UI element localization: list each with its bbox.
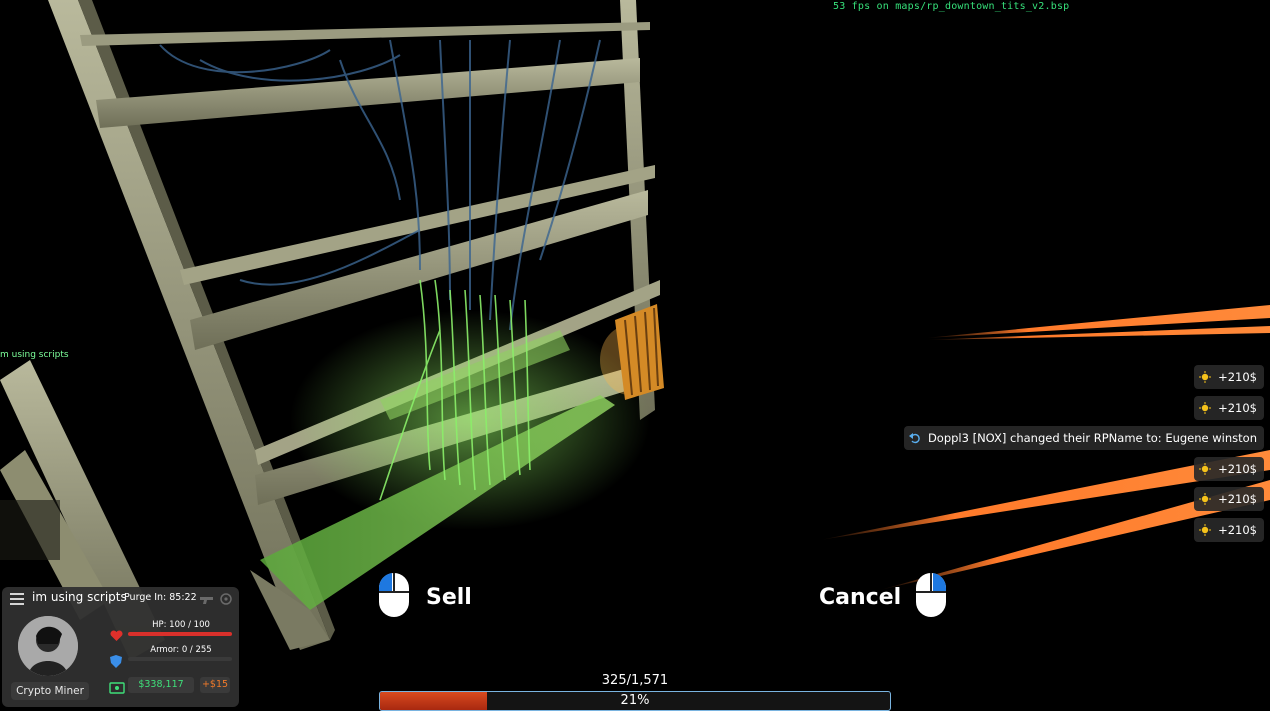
salary-badge: +$15 [200,677,230,693]
mining-card [600,304,664,400]
lightbulb-icon [1198,523,1212,537]
money-balance: $338,117 [128,677,194,693]
notification: +210$ [1194,396,1264,420]
notification: +210$ [1194,457,1264,481]
notification: +210$ [1194,518,1264,542]
hamburger-menu-icon[interactable] [9,591,25,607]
lightbulb-icon [1198,462,1212,476]
undo-icon [908,431,922,445]
notification: Doppl3 [NOX] changed their RPName to: Eu… [903,426,1264,450]
fps-counter: 53 fps on maps/rp_downtown_tits_v2.bsp [833,1,1070,12]
player-hud: im using scripts Purge In: 85:22 Crypto … [2,587,239,707]
progress-percent: 21% [620,693,650,708]
notification-text: +210$ [1218,401,1257,415]
notification-text: +210$ [1218,462,1257,476]
wanted-status-icon [219,591,233,610]
server-rack [48,0,664,650]
mining-progress-bar: 21% [379,691,891,711]
player-name: im using scripts [32,590,127,604]
progress-count: 325/1,571 [601,673,669,688]
sell-label: Sell [426,584,472,610]
cash-icon [109,679,125,698]
lightbulb-icon [1198,492,1212,506]
right-mouse-button-icon [915,572,947,622]
purge-timer: Purge In: 85:22 [124,592,197,603]
notification: +210$ [1194,365,1264,389]
notification-text: +210$ [1218,492,1257,506]
gun-license-icon [199,591,215,610]
hp-text: HP: 100 / 100 [152,620,210,630]
lightbulb-icon [1198,370,1212,384]
armor-bar [128,657,232,661]
notification: +210$ [1194,487,1264,511]
sell-button[interactable]: Sell [378,572,472,622]
avatar [18,616,78,676]
left-mouse-button-icon [378,572,410,622]
job-badge: Crypto Miner [11,682,89,700]
armor-text: Armor: 0 / 255 [150,645,212,655]
heart-icon [110,627,123,646]
notification-text: +210$ [1218,523,1257,537]
lightbulb-icon [1198,401,1212,415]
hp-bar [128,632,232,636]
notification-text: Doppl3 [NOX] changed their RPName to: Eu… [927,431,1257,445]
chat-message: m using scripts [0,350,69,360]
cancel-label: Cancel [819,584,902,610]
shield-icon [110,653,122,672]
cancel-button[interactable]: Cancel [819,572,947,622]
notification-text: +210$ [1218,370,1257,384]
